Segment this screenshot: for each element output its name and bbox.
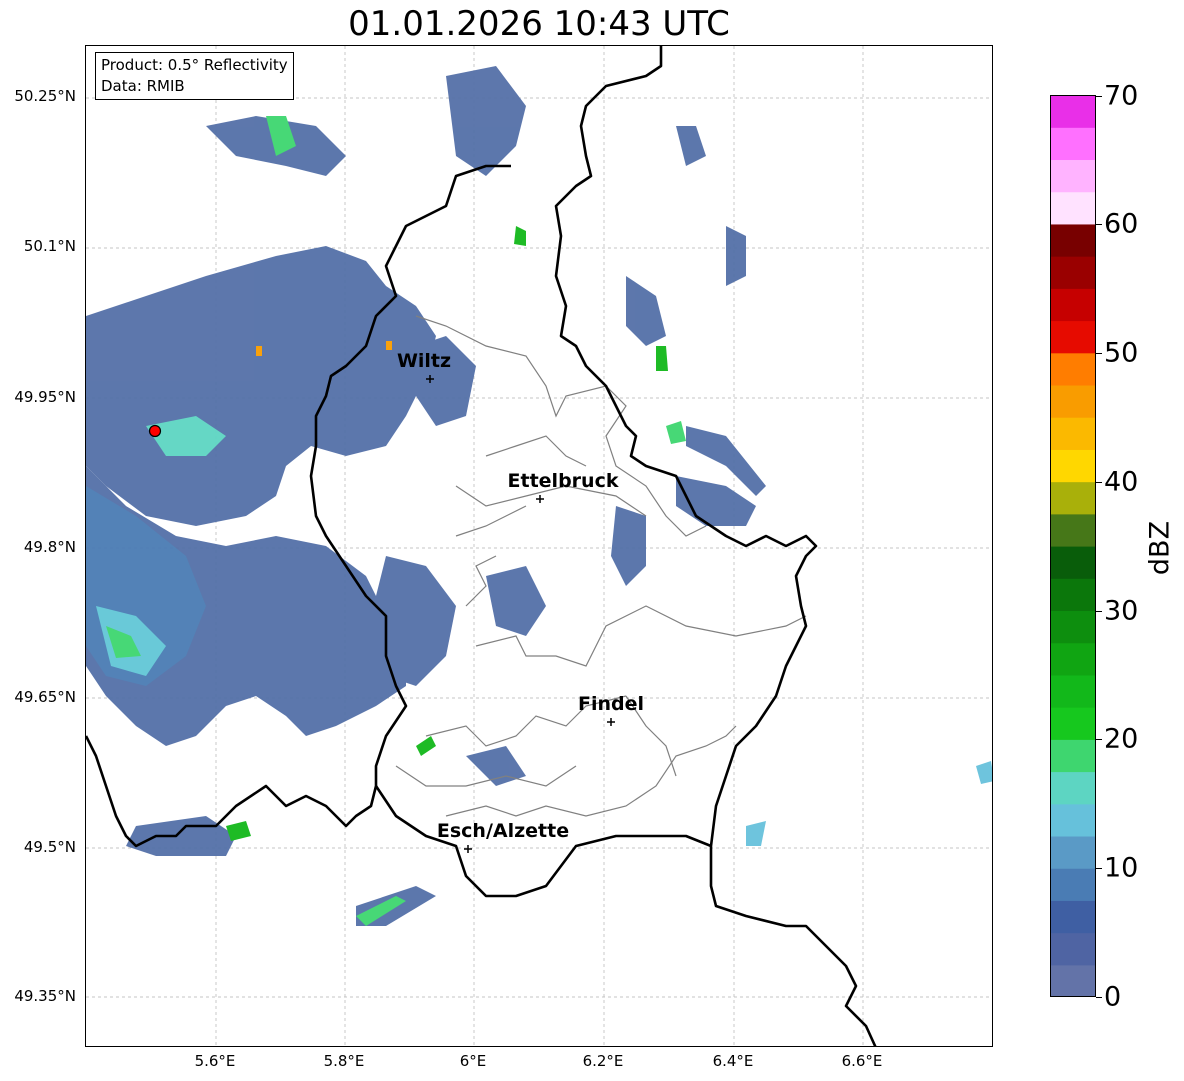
x-tick-label: 6.6°E (841, 1052, 883, 1070)
x-tick-label: 5.8°E (323, 1052, 365, 1070)
colorbar-tick-label: 20 (1104, 723, 1139, 755)
radar-map[interactable] (85, 45, 993, 1047)
colorbar-segment (1050, 642, 1096, 676)
city-label-esch-alzette: Esch/Alzette (436, 820, 570, 842)
colorbar-segment (1050, 610, 1096, 644)
y-tick-label: 49.35°N (14, 987, 76, 1005)
colorbar-segment (1050, 417, 1096, 450)
colorbar-tick-label: 50 (1104, 337, 1139, 369)
map-canvas (86, 46, 992, 1046)
x-tick-label: 6°E (459, 1052, 487, 1070)
colorbar-segment (1050, 481, 1096, 515)
colorbar-tick-label: 60 (1104, 208, 1139, 240)
colorbar-segment (1050, 95, 1096, 128)
colorbar (1050, 95, 1096, 997)
y-tick-label: 49.5°N (23, 838, 76, 856)
colorbar-segment (1050, 320, 1096, 354)
city-label-wiltz: Wiltz (396, 350, 452, 372)
y-tick-label: 50.1°N (23, 237, 76, 255)
colorbar-segment (1050, 868, 1096, 901)
y-tick-label: 50.25°N (14, 87, 76, 105)
x-tick-label: 5.6°E (194, 1052, 236, 1070)
y-tick-label: 49.95°N (14, 388, 76, 406)
city-label-findel: Findel (577, 693, 645, 715)
colorbar-tick-label: 40 (1104, 466, 1139, 498)
colorbar-tick-label: 30 (1104, 595, 1139, 627)
colorbar-segment (1050, 191, 1096, 225)
colorbar-segment (1050, 707, 1096, 740)
city-label-ettelbruck: Ettelbruck (507, 470, 619, 492)
colorbar-segment (1050, 352, 1096, 386)
colorbar-tick-label: 70 (1104, 80, 1139, 112)
colorbar-segment (1050, 674, 1096, 708)
colorbar-segment (1050, 771, 1096, 805)
colorbar-segment (1050, 835, 1096, 869)
colorbar-tick-label: 10 (1104, 852, 1139, 884)
colorbar-segment (1050, 513, 1096, 547)
colorbar-segment (1050, 578, 1096, 612)
product-info-box: Product: 0.5° Reflectivity Data: RMIB (95, 52, 294, 100)
colorbar-segment (1050, 159, 1096, 193)
colorbar-tick-label: 0 (1104, 981, 1122, 1013)
colorbar-segment (1050, 449, 1096, 483)
colorbar-segment (1050, 223, 1096, 257)
colorbar-segment (1050, 384, 1096, 418)
colorbar-segment (1050, 900, 1096, 934)
colorbar-segment (1050, 739, 1096, 773)
y-tick-label: 49.8°N (23, 538, 76, 556)
radar-site-icon (148, 424, 162, 438)
colorbar-label: dBZ (1144, 520, 1176, 576)
y-tick-label: 49.65°N (14, 688, 76, 706)
product-label: Product: 0.5° Reflectivity (101, 56, 288, 74)
colorbar-segment (1050, 546, 1096, 579)
colorbar-segment (1050, 288, 1096, 322)
colorbar-segment (1050, 256, 1096, 289)
map-title: 01.01.2026 10:43 UTC (348, 4, 730, 44)
x-tick-label: 6.2°E (582, 1052, 624, 1070)
colorbar-segment (1050, 932, 1096, 966)
colorbar-segment (1050, 803, 1096, 837)
data-source-label: Data: RMIB (101, 77, 185, 95)
x-tick-label: 6.4°E (712, 1052, 754, 1070)
colorbar-segment (1050, 964, 1096, 997)
colorbar-segment (1050, 127, 1096, 161)
